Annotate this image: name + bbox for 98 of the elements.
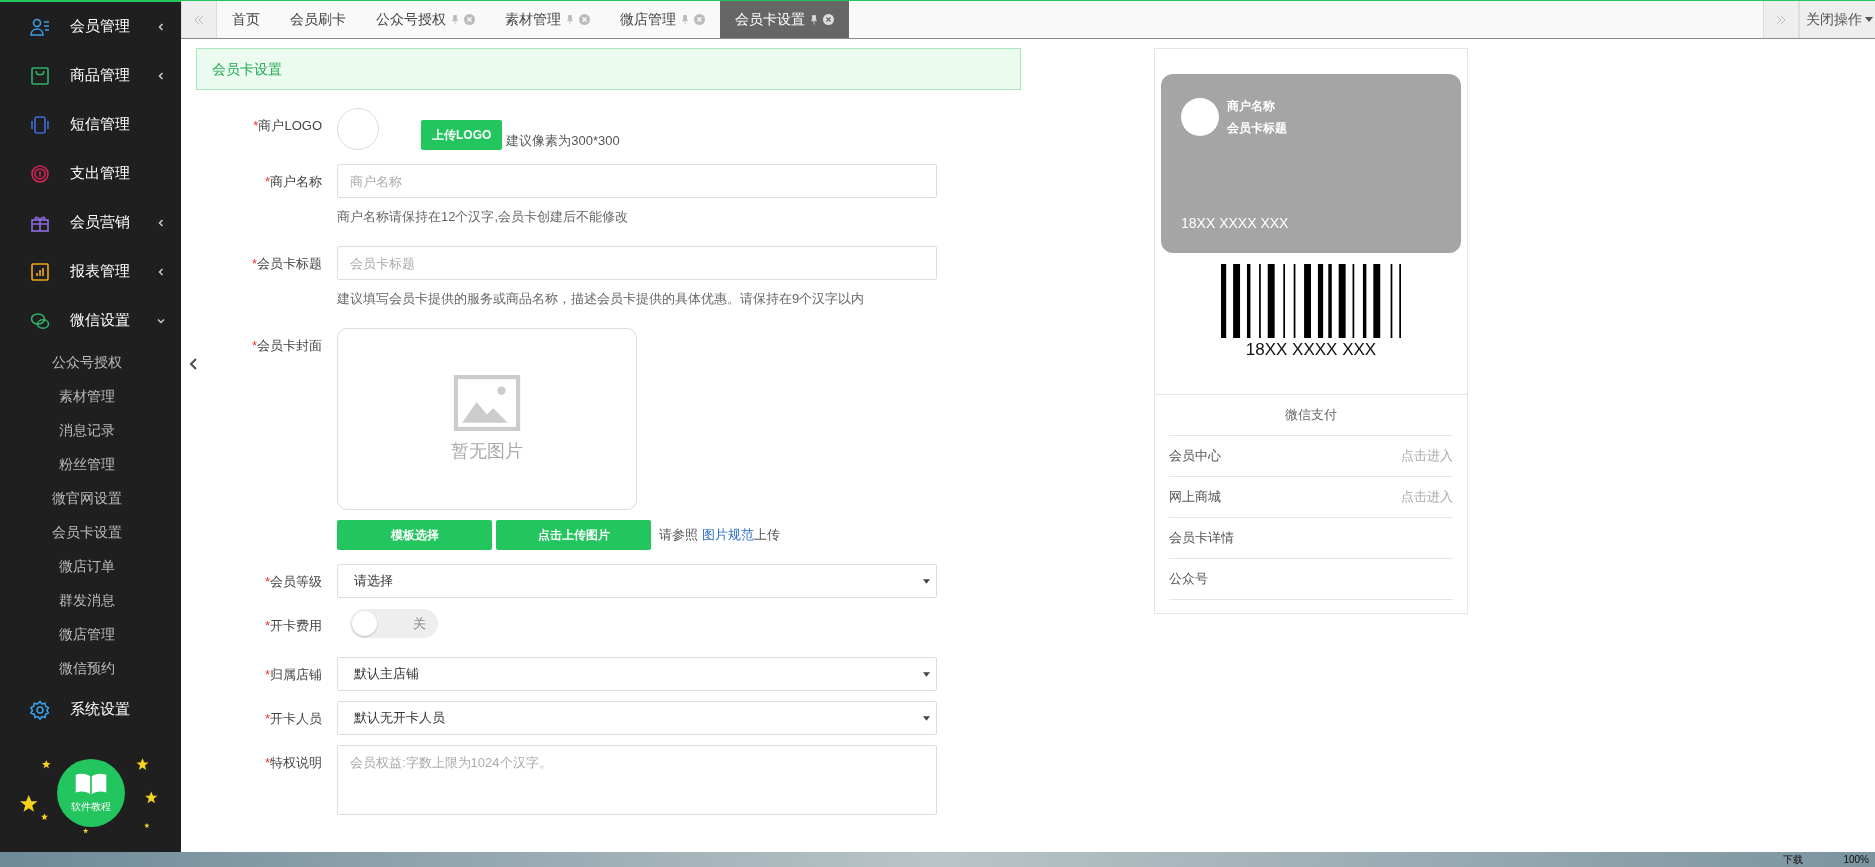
tab[interactable]: 首页 xyxy=(217,1,275,38)
field-label: *开卡费用 xyxy=(263,617,322,635)
nav-item[interactable]: 会员营销 xyxy=(0,198,181,247)
caret-icon xyxy=(1865,17,1873,22)
submenu-item[interactable]: 微店订单 xyxy=(0,549,181,583)
field-label: *商户LOGO xyxy=(252,117,322,135)
text-area[interactable]: 会员权益:字数上限为1024个汉字。 xyxy=(337,745,937,815)
tab[interactable]: 微店管理 xyxy=(605,1,720,38)
nav-label: 报表管理 xyxy=(70,262,131,281)
nav-label: 会员营销 xyxy=(70,213,131,232)
nav-item[interactable]: 报表管理 xyxy=(0,247,181,296)
select-field[interactable]: 默认无开卡人员 xyxy=(337,701,937,735)
bar-chart-icon xyxy=(30,261,50,282)
person-list-icon xyxy=(30,16,50,37)
nav-item[interactable]: 系统设置 xyxy=(0,685,181,734)
barcode-number: 18XX XXXX XXX xyxy=(1245,340,1377,360)
double-chevron-icon xyxy=(193,13,205,26)
coin-icon xyxy=(30,163,50,184)
field-hint: 商户名称请保持在12个汉字,会员卡创建后不能修改 xyxy=(337,208,630,226)
tab[interactable]: 会员刷卡 xyxy=(275,1,361,38)
dropdown-caret-icon xyxy=(923,578,930,584)
badge-label: 软件教程 xyxy=(70,800,111,814)
card-title: 会员卡标题 xyxy=(1227,120,1287,137)
nav-item[interactable]: 支出管理 xyxy=(0,149,181,198)
close-icon[interactable] xyxy=(823,14,834,25)
nav-label: 系统设置 xyxy=(70,700,131,719)
nav-item[interactable]: 微信设置 xyxy=(0,296,181,345)
submenu-item[interactable]: 微店管理 xyxy=(0,617,181,651)
nav-label: 会员管理 xyxy=(70,17,131,36)
submenu-item[interactable]: 微信预约 xyxy=(0,651,181,685)
row-label: 会员卡详情 xyxy=(1169,529,1234,547)
menu-row[interactable]: 会员卡详情 xyxy=(1169,518,1453,559)
book-icon xyxy=(73,772,108,796)
select-field[interactable]: 请选择 xyxy=(337,564,937,598)
tab[interactable]: 公众号授权 xyxy=(361,1,490,38)
tab[interactable]: 素材管理 xyxy=(490,1,605,38)
bag-icon xyxy=(30,65,50,86)
field-label: *归属店铺 xyxy=(263,666,322,684)
dropdown-caret-icon xyxy=(923,715,930,721)
nav-label: 支出管理 xyxy=(70,164,131,183)
menu-row[interactable]: 网上商城 点击进入 xyxy=(1169,477,1453,518)
field-label: *开卡人员 xyxy=(263,710,322,728)
section-header: 会员卡设置 xyxy=(196,48,1021,90)
row-action: 点击进入 xyxy=(1401,488,1453,506)
text-input[interactable]: 会员卡标题 xyxy=(337,246,937,280)
field-label: *特权说明 xyxy=(263,754,322,772)
field-hint: 建议填写会员卡提供的服务或商品名称，描述会员卡提供的具体优惠。请保持在9个汉字以内 xyxy=(337,290,866,308)
scroll-left-button[interactable] xyxy=(181,1,217,38)
pin-icon[interactable] xyxy=(452,14,458,25)
close-icon[interactable] xyxy=(694,14,705,25)
field-label: *会员等级 xyxy=(263,573,322,591)
row-label: 公众号 xyxy=(1169,570,1208,588)
pin-icon[interactable] xyxy=(811,14,817,25)
nav-label: 微信设置 xyxy=(70,311,131,330)
submenu-item[interactable]: 群发消息 xyxy=(0,583,181,617)
select-field[interactable]: 默认主店铺 xyxy=(337,657,937,691)
spec-link[interactable]: 图片规范 xyxy=(701,527,754,542)
nav-label: 商品管理 xyxy=(70,66,131,85)
submenu-item[interactable]: 会员卡设置 xyxy=(0,515,181,549)
pin-icon[interactable] xyxy=(567,14,573,25)
menu-row[interactable]: 会员中心 点击进入 xyxy=(1169,436,1453,477)
scroll-right-button[interactable] xyxy=(1763,1,1799,38)
submenu-item[interactable]: 粉丝管理 xyxy=(0,447,181,481)
settings-icon xyxy=(30,699,50,720)
status-item[interactable]: 下载 xyxy=(1783,852,1804,867)
field-label: *会员卡封面 xyxy=(250,337,322,355)
nav-item[interactable]: 短信管理 xyxy=(0,100,181,149)
field-label: *商户名称 xyxy=(263,173,322,191)
status-item[interactable]: 100% xyxy=(1843,854,1869,865)
text-input[interactable]: 商户名称 xyxy=(337,164,937,198)
row-label: 会员中心 xyxy=(1169,447,1221,465)
nav-item[interactable]: 会员管理 xyxy=(0,2,181,51)
double-chevron-icon xyxy=(1775,13,1787,26)
close-icon[interactable] xyxy=(464,14,475,25)
submenu-item[interactable]: 微官网设置 xyxy=(0,481,181,515)
tab[interactable]: 会员卡设置 xyxy=(720,1,849,38)
pay-label: 微信支付 xyxy=(1169,395,1453,436)
submenu-item[interactable]: 素材管理 xyxy=(0,379,181,413)
close-icon[interactable] xyxy=(579,14,590,25)
menu-row[interactable]: 公众号 xyxy=(1169,559,1453,600)
upload-note: 请参照 图片规范上传 xyxy=(659,526,780,544)
submenu-item[interactable]: 消息记录 xyxy=(0,413,181,447)
empty-text: 暂无图片 xyxy=(451,440,523,463)
merchant-name: 商户名称 xyxy=(1227,98,1276,115)
logo-circle xyxy=(1181,98,1219,136)
nav-label: 短信管理 xyxy=(70,115,131,134)
pin-icon[interactable] xyxy=(682,14,688,25)
chat-bubbles-icon xyxy=(30,310,50,331)
submenu-item[interactable]: 公众号授权 xyxy=(0,345,181,379)
field-label: *会员卡标题 xyxy=(250,255,322,273)
card-number: 18XX XXXX XXX xyxy=(1181,215,1290,231)
close-menu-button[interactable]: 关闭操作 xyxy=(1799,1,1875,38)
phone-icon xyxy=(30,114,50,135)
row-action: 点击进入 xyxy=(1401,447,1453,465)
dropdown-caret-icon xyxy=(923,671,930,677)
row-label: 网上商城 xyxy=(1169,488,1221,506)
nav-item[interactable]: 商品管理 xyxy=(0,51,181,100)
size-hint: 建议像素为300*300 xyxy=(506,132,620,150)
